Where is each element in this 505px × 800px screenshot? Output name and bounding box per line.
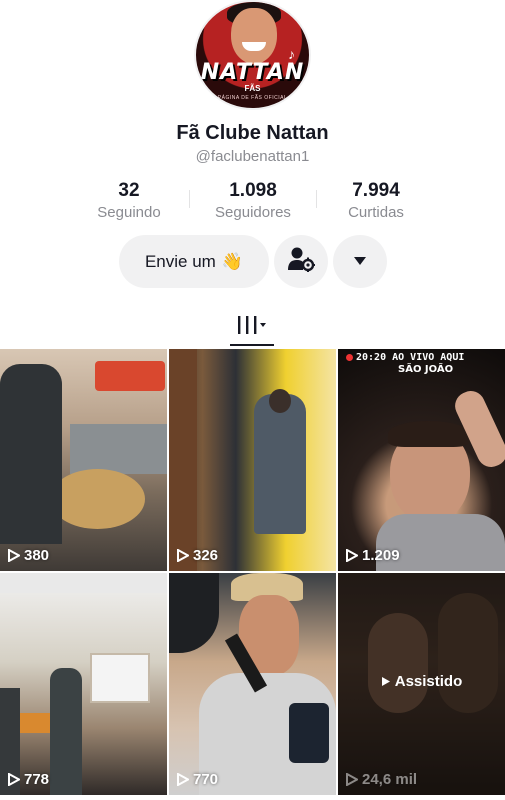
profile-handle: @faclubenattan1 bbox=[195, 148, 310, 165]
stat-followers-label: Seguidores bbox=[215, 204, 291, 221]
thumb-person-head bbox=[269, 389, 291, 413]
view-count: 24,6 mil bbox=[346, 771, 417, 788]
stat-likes-label: Curtidas bbox=[348, 204, 404, 221]
avatar-brand-text: NATTAN bbox=[200, 60, 305, 85]
view-count: 1.209 bbox=[346, 547, 400, 564]
profile-avatar[interactable]: ♪ NATTAN FÃS PÁGINA DE FÃS OFICIAL bbox=[194, 0, 311, 110]
view-count: 778 bbox=[8, 771, 49, 788]
video-thumbnail[interactable]: 778 bbox=[0, 573, 167, 795]
send-message-label: Envie um bbox=[144, 251, 216, 271]
view-count: 380 bbox=[8, 547, 49, 564]
profile-stats: 32 Seguindo 1.098 Seguidores 7.994 Curti… bbox=[0, 180, 505, 224]
video-thumbnail[interactable]: 770 bbox=[169, 573, 336, 795]
view-count-text: 1.209 bbox=[362, 547, 400, 564]
profile-tab-bar bbox=[0, 306, 505, 348]
thumb-decor bbox=[95, 361, 165, 391]
video-thumbnail[interactable]: 326 bbox=[169, 349, 336, 571]
thumb-person bbox=[50, 668, 82, 795]
view-count: 770 bbox=[177, 771, 218, 788]
avatar-brand-sub: FÃS bbox=[244, 84, 261, 93]
thumb-person bbox=[0, 364, 62, 544]
profile-name: Fã Clube Nattan bbox=[176, 122, 329, 144]
more-options-button[interactable] bbox=[333, 235, 387, 288]
play-icon bbox=[177, 549, 189, 562]
avatar: ♪ NATTAN FÃS PÁGINA DE FÃS OFICIAL bbox=[194, 0, 311, 110]
tab-active-indicator bbox=[230, 344, 274, 346]
waving-hand-icon: 👋 bbox=[221, 251, 244, 271]
thumb-decor bbox=[169, 573, 219, 653]
stat-likes-value: 7.994 bbox=[352, 180, 400, 201]
view-count-text: 778 bbox=[24, 771, 50, 788]
video-caption-sub: SÃO JOÃO bbox=[398, 364, 454, 375]
avatar-face bbox=[231, 8, 277, 64]
thumb-decor bbox=[90, 653, 150, 703]
stat-following[interactable]: 32 Seguindo bbox=[64, 180, 194, 221]
play-icon bbox=[177, 773, 189, 786]
view-count-text: 326 bbox=[193, 547, 219, 564]
video-caption-top: 20:20 AO VIVO AQUI bbox=[356, 352, 465, 363]
video-thumbnail[interactable]: Assistido 24,6 mil bbox=[338, 573, 505, 795]
send-message-button[interactable]: Envie um 👋 bbox=[119, 235, 269, 288]
thumb-person-hair bbox=[388, 421, 470, 447]
stat-likes[interactable]: 7.994 Curtidas bbox=[311, 180, 441, 221]
avatar-brand-tag: PÁGINA DE FÃS OFICIAL bbox=[217, 95, 288, 101]
video-thumbnail[interactable]: 20:20 AO VIVO AQUI SÃO JOÃO 1.209 bbox=[338, 349, 505, 571]
video-grid: 380 326 20:20 AO VIVO AQUI SÃO JOÃO 1.20… bbox=[0, 349, 505, 800]
caret-down-icon bbox=[353, 253, 367, 271]
play-icon bbox=[8, 773, 20, 786]
view-count-text: 24,6 mil bbox=[362, 771, 418, 788]
play-icon bbox=[8, 549, 20, 562]
thumb-decor bbox=[50, 469, 145, 529]
grid-bars-icon bbox=[235, 314, 269, 341]
stat-following-value: 32 bbox=[118, 180, 140, 201]
video-thumbnail[interactable]: 380 bbox=[0, 349, 167, 571]
play-filled-icon bbox=[381, 677, 390, 686]
view-count-text: 380 bbox=[24, 547, 50, 564]
thumb-person bbox=[254, 394, 306, 534]
watched-label: Assistido bbox=[338, 673, 505, 690]
view-count: 326 bbox=[177, 547, 218, 564]
add-friend-gear-icon bbox=[287, 246, 315, 277]
stat-following-label: Seguindo bbox=[97, 204, 161, 221]
stat-followers[interactable]: 1.098 Seguidores bbox=[188, 180, 318, 221]
play-icon bbox=[346, 549, 358, 562]
thumb-decor bbox=[70, 424, 167, 474]
thumb-decor bbox=[169, 349, 197, 571]
live-dot-icon bbox=[346, 354, 353, 361]
play-icon bbox=[346, 773, 358, 786]
watched-text: Assistido bbox=[394, 673, 463, 690]
tab-videos-grid[interactable] bbox=[228, 306, 276, 348]
thumb-decor bbox=[0, 573, 167, 593]
thumb-phone bbox=[289, 703, 329, 763]
stat-followers-value: 1.098 bbox=[229, 180, 277, 201]
view-count-text: 770 bbox=[193, 771, 219, 788]
friend-settings-button[interactable] bbox=[274, 235, 328, 288]
